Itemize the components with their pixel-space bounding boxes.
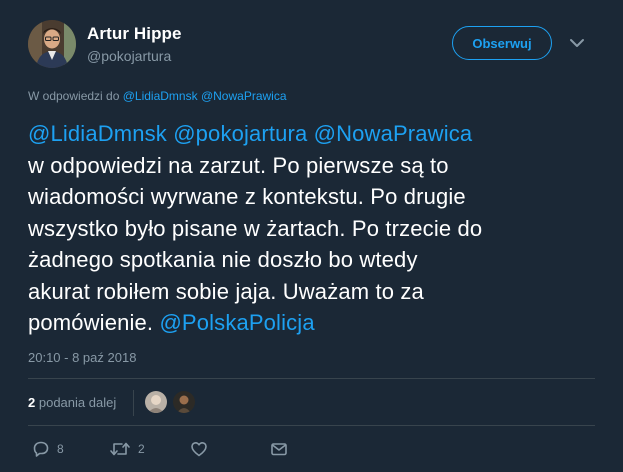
tweet-timestamp[interactable]: 20:10 - 8 paź 2018 bbox=[28, 350, 136, 365]
reply-prefix: W odpowiedzi do bbox=[28, 89, 120, 103]
tweet-line: wszystko było pisane w żartach. Po trzec… bbox=[28, 215, 483, 241]
retweet-action-count: 2 bbox=[138, 442, 145, 456]
reply-context: W odpowiedzi do @LidiaDmnsk @NowaPrawica bbox=[28, 89, 287, 103]
tweet-line: wiadomości wyrwane z kontekstu. Po drugi… bbox=[28, 184, 466, 209]
author-avatar[interactable] bbox=[28, 20, 76, 68]
retweet-label: podania dalej bbox=[38, 395, 117, 410]
envelope-icon bbox=[271, 443, 287, 456]
retweeter-avatar[interactable] bbox=[145, 391, 167, 413]
tweet-card: Artur Hippe @pokojartura Obserwuj W odpo… bbox=[0, 0, 623, 472]
mention-link[interactable]: @pokojartura bbox=[173, 121, 307, 146]
retweeter-avatar[interactable] bbox=[173, 391, 195, 413]
heart-icon bbox=[191, 442, 207, 457]
mention-link[interactable]: @PolskaPolicja bbox=[159, 310, 314, 335]
retweet-button[interactable]: 2 bbox=[109, 440, 145, 458]
reply-count: 8 bbox=[57, 442, 64, 456]
divider bbox=[28, 378, 595, 379]
tweet-text: @LidiaDmnsk @pokojartura @NowaPrawica w … bbox=[28, 118, 603, 339]
retweet-count: 2 bbox=[28, 395, 36, 410]
follow-button[interactable]: Obserwuj bbox=[452, 26, 552, 60]
chevron-down-icon[interactable] bbox=[568, 36, 586, 50]
tweet-line: pomówienie. bbox=[28, 310, 154, 335]
direct-message-button[interactable] bbox=[270, 440, 288, 458]
reply-button[interactable]: 8 bbox=[32, 440, 64, 458]
mention-link[interactable]: @LidiaDmnsk bbox=[28, 121, 167, 146]
author-name[interactable]: Artur Hippe bbox=[87, 24, 182, 44]
reply-mention-link[interactable]: @NowaPrawica bbox=[201, 89, 287, 103]
author-handle[interactable]: @pokojartura bbox=[87, 48, 171, 64]
divider bbox=[28, 425, 595, 426]
reply-mention-link[interactable]: @LidiaDmnsk bbox=[123, 89, 198, 103]
reply-icon bbox=[33, 441, 49, 457]
retweet-icon bbox=[110, 442, 130, 456]
mention-link[interactable]: @NowaPrawica bbox=[314, 121, 473, 146]
tweet-line: żadnego spotkania nie doszło bo wtedy bbox=[28, 247, 418, 272]
tweet-line: w odpowiedzi na zarzut. Po pierwsze są t… bbox=[28, 152, 449, 178]
retweet-stats[interactable]: 2 podania dalej bbox=[28, 395, 116, 410]
tweet-line: akurat robiłem sobie jaja. Uważam to za bbox=[28, 278, 424, 304]
divider bbox=[133, 390, 134, 416]
like-button[interactable] bbox=[190, 440, 208, 458]
